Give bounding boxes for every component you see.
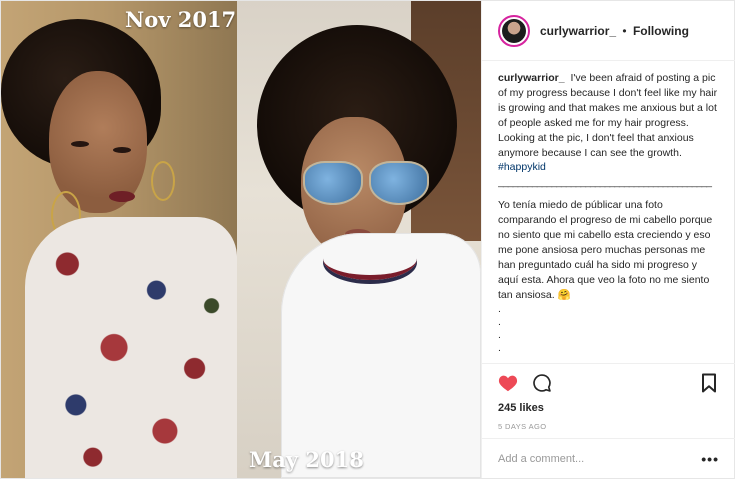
photo-before: Nov 2017 xyxy=(1,1,237,478)
caption-english: curlywarrior_ I've been afraid of postin… xyxy=(498,71,719,175)
caption-username[interactable]: curlywarrior_ xyxy=(498,72,565,84)
sunglasses-lens xyxy=(303,161,363,205)
post-timestamp[interactable]: 5 DAYS AGO xyxy=(482,420,735,438)
following-button[interactable]: Following xyxy=(633,24,689,38)
post-sidebar: curlywarrior_ • Following curlywarrior_ … xyxy=(481,1,735,478)
post-photo[interactable]: Nov 2017 May 2018 xyxy=(1,1,481,478)
header-text: curlywarrior_ • Following xyxy=(540,24,689,38)
bookmark-icon xyxy=(702,373,716,393)
separator: • xyxy=(622,23,627,38)
avatar[interactable] xyxy=(498,14,530,47)
eye xyxy=(71,141,89,147)
add-comment-bar: ••• xyxy=(482,438,735,478)
caption-dot: . xyxy=(498,315,501,328)
hashtag-link[interactable]: #happykid xyxy=(498,161,546,173)
earring xyxy=(151,161,175,201)
caption-spanish: Yo tenía miedo de públicar una foto comp… xyxy=(498,199,713,301)
like-button[interactable] xyxy=(496,371,520,395)
sunglasses-lens xyxy=(369,161,429,205)
lips xyxy=(109,191,135,202)
like-count[interactable]: 245 likes xyxy=(482,402,735,420)
caption-dot: . xyxy=(498,302,501,315)
instagram-post: Nov 2017 May 2018 curlywarrior_ • Follow… xyxy=(0,0,735,479)
caption-text: I've been afraid of posting a pic of my … xyxy=(498,72,718,159)
caption-divider: ________________________________________… xyxy=(498,176,712,189)
photo-after: May 2018 xyxy=(237,1,481,478)
comment-bubble-icon xyxy=(533,374,551,392)
caption-area: curlywarrior_ I've been afraid of postin… xyxy=(482,61,735,364)
post-header: curlywarrior_ • Following xyxy=(482,1,735,61)
comment-input[interactable] xyxy=(498,452,702,465)
date-label-after: May 2018 xyxy=(249,447,364,472)
comment-button[interactable] xyxy=(530,371,554,395)
caption-dot: . xyxy=(498,341,501,354)
action-bar xyxy=(482,364,735,402)
floral-shirt xyxy=(25,217,237,478)
username-link[interactable]: curlywarrior_ xyxy=(540,24,616,38)
date-label-before: Nov 2017 xyxy=(125,7,237,32)
more-options-button[interactable]: ••• xyxy=(701,451,719,467)
caption-dot: . xyxy=(498,328,501,341)
heart-icon xyxy=(498,375,518,392)
eye xyxy=(113,147,131,153)
shirt-collar xyxy=(323,237,417,280)
save-button[interactable] xyxy=(697,371,721,395)
avatar-image xyxy=(502,18,526,43)
